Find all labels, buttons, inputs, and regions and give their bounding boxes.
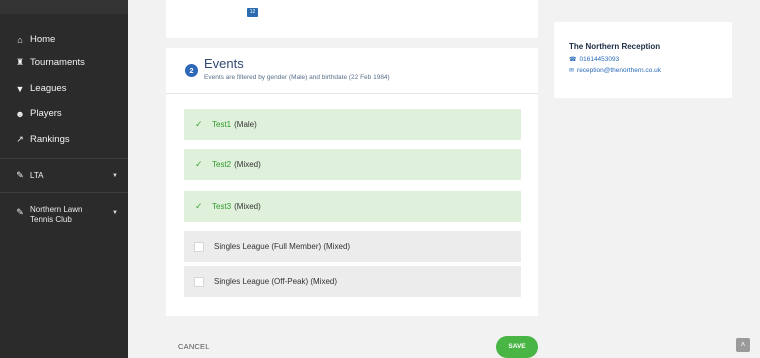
sidebar-item-label: Players: [30, 108, 62, 119]
event-option-test3[interactable]: ✓ Test3 (Mixed): [184, 191, 521, 222]
home-icon: ⌂: [17, 34, 23, 45]
previous-step-card: 12: [166, 0, 538, 38]
event-name: Test1: [212, 120, 232, 129]
venue-card: The Northern Reception ☎ 01614453093 ✉ r…: [554, 22, 732, 98]
save-button[interactable]: SAVE: [496, 336, 538, 358]
sidebar-item-label: Rankings: [30, 134, 70, 145]
venue-email-link[interactable]: ✉ reception@thenorthern.co.uk: [569, 67, 661, 74]
event-option-test2[interactable]: ✓ Test2 (Mixed): [184, 149, 521, 180]
event-name: Test2: [212, 160, 232, 169]
chevron-down-icon[interactable]: ▼: [112, 210, 118, 216]
events-title: Events: [204, 56, 244, 71]
wrench-icon: ✎: [16, 207, 24, 217]
sidebar-item-leagues[interactable]: ▼ Leagues: [14, 83, 67, 94]
sidebar-item-tournaments[interactable]: ♜ Tournaments: [14, 57, 85, 68]
sidebar-topbar: [0, 0, 128, 14]
sidebar-divider: [0, 192, 128, 193]
check-icon: ✓: [195, 119, 203, 129]
checkbox[interactable]: [194, 276, 204, 287]
sidebar-item-home[interactable]: ⌂ Home: [14, 34, 55, 45]
sidebar-item-club[interactable]: ✎ Northern Lawn Tennis Club: [14, 205, 124, 225]
sidebar-item-label: Home: [30, 34, 56, 45]
sidebar-item-label: Northern Lawn Tennis Club: [30, 205, 83, 224]
cancel-button[interactable]: CANCEL: [178, 342, 210, 351]
users-icon: ☻: [15, 108, 25, 119]
sidebar: ⌂ Home ♜ Tournaments ▼ Leagues ☻ Players…: [0, 0, 128, 358]
events-subtitle: Events are filtered by gender (Male) and…: [204, 74, 390, 81]
chart-icon: ↗: [16, 134, 24, 144]
sidebar-item-lta[interactable]: ✎ LTA: [14, 170, 43, 181]
sidebar-item-label: Tournaments: [30, 57, 85, 68]
event-detail: (Mixed): [234, 202, 261, 211]
scroll-to-top-button[interactable]: ˄: [736, 338, 750, 352]
events-card: 2 Events Events are filtered by gender (…: [166, 48, 538, 316]
check-icon: ✓: [195, 159, 203, 169]
check-icon: ✓: [195, 201, 203, 211]
envelope-icon: ✉: [569, 68, 575, 74]
sidebar-divider: [0, 158, 128, 159]
cup-icon: ▼: [15, 83, 25, 94]
venue-phone-link[interactable]: ☎ 01614453093: [569, 56, 619, 63]
event-option-test1[interactable]: ✓ Test1 (Male): [184, 109, 521, 140]
sidebar-item-label: Leagues: [30, 83, 67, 94]
event-name: Singles League (Full Member) (Mixed): [214, 242, 351, 251]
phone-icon: ☎: [569, 57, 577, 63]
event-option-singles-full-member[interactable]: Singles League (Full Member) (Mixed): [184, 231, 521, 262]
venue-name: The Northern Reception: [569, 42, 661, 51]
venue-email: reception@thenorthern.co.uk: [577, 67, 661, 74]
events-header: 2 Events Events are filtered by gender (…: [166, 48, 538, 94]
event-detail: (Mixed): [234, 160, 261, 169]
sidebar-item-label: LTA: [30, 171, 44, 180]
wrench-icon: ✎: [16, 170, 24, 180]
chevron-down-icon[interactable]: ▼: [112, 173, 118, 179]
count-badge: 12: [247, 8, 258, 17]
event-option-singles-off-peak[interactable]: Singles League (Off-Peak) (Mixed): [184, 266, 521, 297]
sidebar-item-rankings[interactable]: ↗ Rankings: [14, 134, 70, 145]
step-number-badge: 2: [185, 64, 198, 77]
event-name: Test3: [212, 202, 232, 211]
chevron-up-icon: ˄: [740, 340, 746, 349]
event-name: Singles League (Off-Peak) (Mixed): [214, 277, 338, 286]
trophy-icon: ♜: [15, 57, 25, 67]
event-detail: (Male): [234, 120, 257, 129]
venue-phone: 01614453093: [579, 56, 620, 63]
sidebar-item-players[interactable]: ☻ Players: [14, 108, 62, 119]
checkbox[interactable]: [194, 241, 204, 252]
